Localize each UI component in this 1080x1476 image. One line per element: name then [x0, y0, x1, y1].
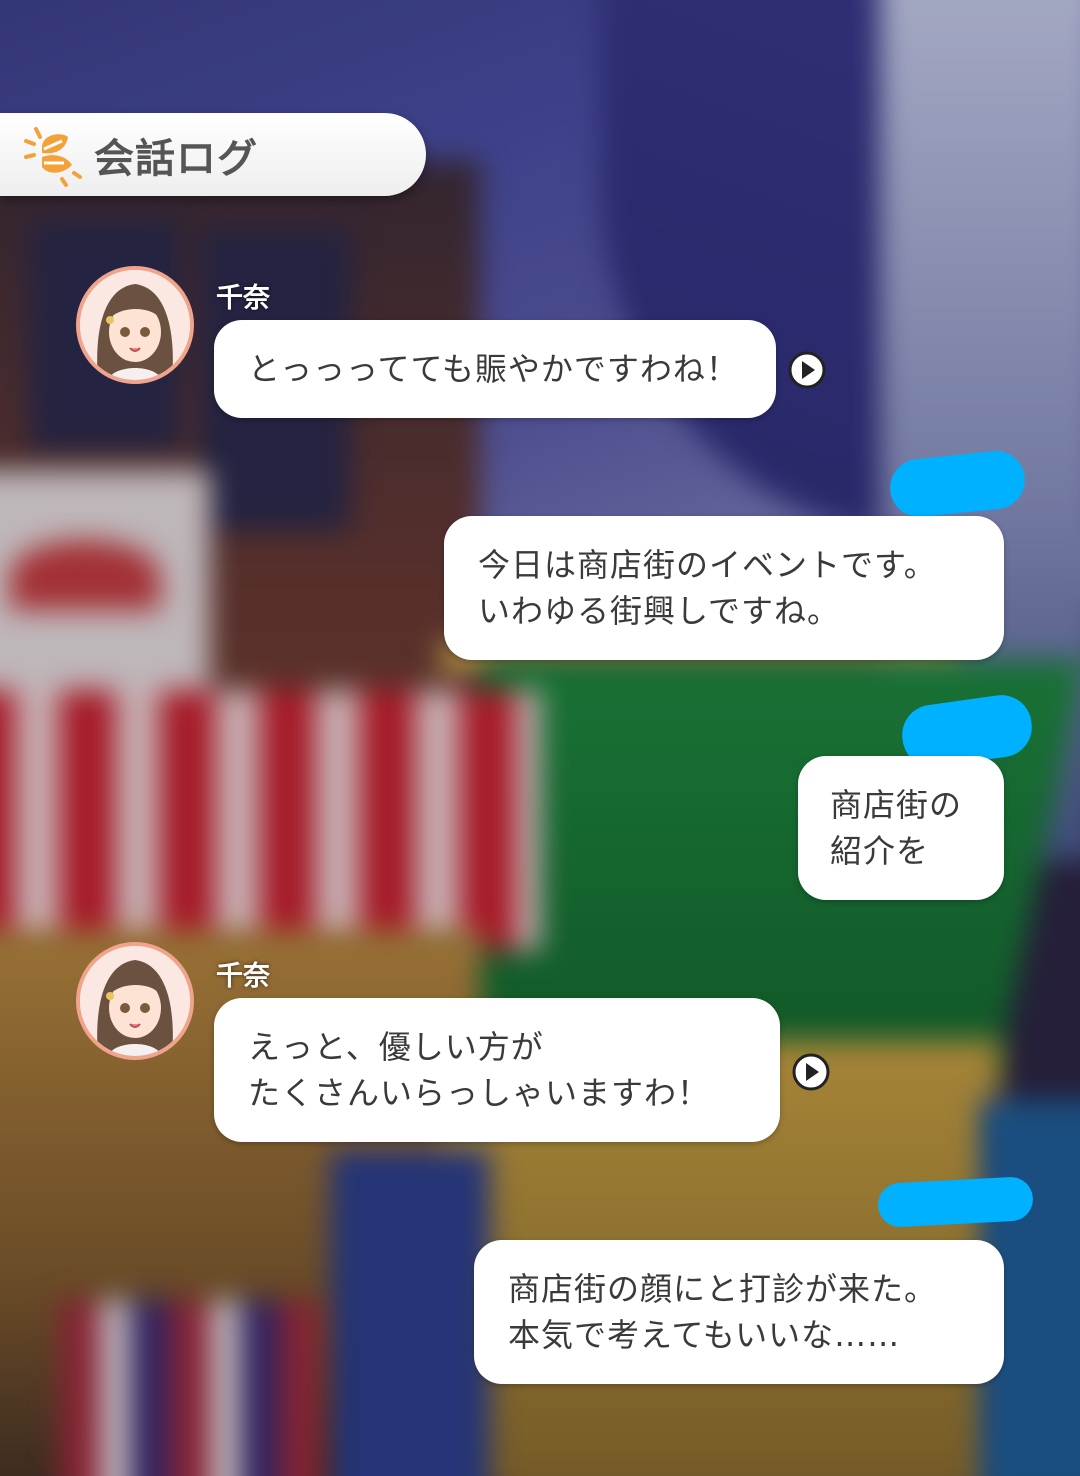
message-bubble: 今日は商店街のイベントです。 いわゆる街興しですね。	[444, 516, 1004, 660]
redacted-name	[876, 1175, 1035, 1229]
message-text: たくさんいらっしゃいますわ！	[248, 1074, 711, 1112]
leaf-sun-icon	[24, 126, 82, 187]
character-portrait	[80, 946, 190, 1056]
character-portrait	[80, 270, 190, 380]
message-bubble: 商店街の顔にと打診が来た。 本気で考えてもいいな……	[474, 1240, 1004, 1384]
avatar	[76, 942, 194, 1060]
message-text: いわゆる街興しですね。	[478, 592, 841, 630]
message-bubble: えっと、優しい方が たくさんいらっしゃいますわ！	[214, 998, 780, 1142]
message-bubble: とっっってても賑やかですわね！	[214, 320, 776, 418]
message-text: 今日は商店街のイベントです。	[478, 546, 937, 584]
message-text: 本気で考えてもいいな……	[508, 1316, 901, 1354]
message-text: 商店街の顔にと打診が来た。	[508, 1270, 938, 1308]
play-voice-icon[interactable]	[791, 1052, 831, 1092]
header-title: 会話ログ	[94, 135, 258, 182]
speaker-name: 千奈	[216, 961, 270, 992]
conversation-log-header: 会話ログ	[0, 113, 426, 196]
message-text: とっっってても賑やかですわね！	[248, 350, 739, 388]
message-bubble: 商店街の 紹介を	[798, 756, 1004, 900]
play-voice-icon[interactable]	[787, 350, 827, 390]
avatar	[76, 266, 194, 384]
message-text: 商店街の	[830, 786, 963, 824]
speaker-name: 千奈	[216, 283, 270, 314]
message-text: えっと、優しい方が	[248, 1028, 544, 1066]
message-text: 紹介を	[830, 832, 930, 870]
